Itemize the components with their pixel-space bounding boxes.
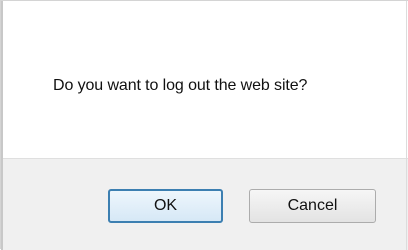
cancel-button[interactable]: Cancel — [249, 189, 376, 223]
ok-button-label: OK — [153, 197, 178, 214]
dialog-button-bar: OK Cancel — [3, 158, 408, 250]
logout-confirm-dialog: Do you want to log out the web site? OK … — [0, 0, 408, 250]
cancel-button-label: Cancel — [287, 197, 338, 214]
dialog-message-area: Do you want to log out the web site? — [3, 1, 408, 158]
ok-button[interactable]: OK — [108, 189, 223, 223]
dialog-message: Do you want to log out the web site? — [53, 77, 308, 94]
dialog-right-border — [406, 1, 407, 250]
